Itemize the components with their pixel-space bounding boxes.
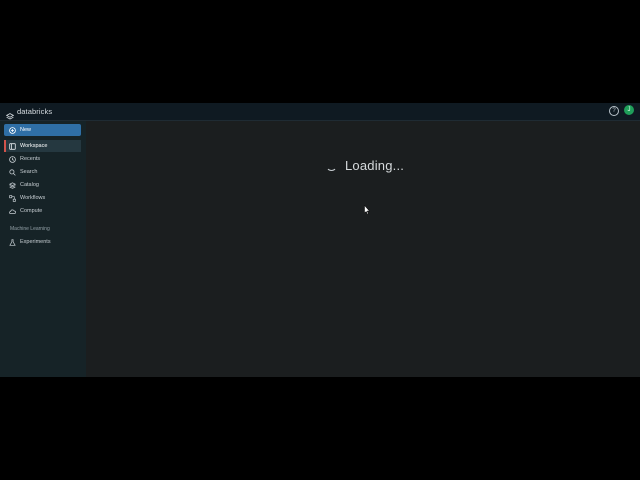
cloud-icon (9, 208, 16, 215)
spinner-icon (326, 160, 337, 171)
top-bar: databricks ? J (0, 103, 640, 121)
catalog-icon (9, 181, 16, 189)
sidebar-item-recents[interactable]: Recents (4, 153, 81, 165)
sidebar: New Workspace Recents Search Catalog Wor… (0, 121, 86, 377)
sidebar-item-catalog[interactable]: Catalog (4, 179, 81, 191)
sidebar-item-search[interactable]: Search (4, 166, 81, 178)
loading-text: Loading... (345, 158, 405, 173)
sidebar-item-compute[interactable]: Compute (4, 205, 81, 217)
flask-icon (9, 238, 16, 246)
new-button-label: New (20, 127, 32, 133)
sidebar-item-label: Compute (20, 208, 43, 214)
new-button[interactable]: New (4, 124, 81, 136)
sidebar-item-experiments[interactable]: Experiments (4, 236, 81, 248)
search-icon (9, 168, 16, 176)
main-content: Loading... (86, 121, 640, 377)
sidebar-item-label: Workflows (20, 195, 46, 201)
sidebar-item-workspace[interactable]: Workspace (4, 140, 81, 152)
section-label-machine-learning: Machine Learning (10, 226, 50, 232)
workflows-icon (9, 194, 16, 202)
sidebar-item-label: Catalog (20, 182, 39, 188)
sidebar-item-label: Experiments (20, 239, 51, 245)
workspace-icon (9, 142, 16, 150)
sidebar-item-workflows[interactable]: Workflows (4, 192, 81, 204)
loading-indicator: Loading... (326, 158, 404, 173)
sidebar-item-label: Workspace (20, 143, 48, 149)
brand-name: databricks (17, 107, 53, 116)
databricks-window: databricks ? J New Workspace Recents Sea… (0, 103, 640, 377)
databricks-logo-icon (5, 108, 15, 119)
avatar[interactable]: J (624, 105, 634, 115)
help-circle-icon[interactable]: ? (609, 106, 619, 116)
mouse-pointer-icon (364, 205, 370, 215)
databricks-logo[interactable]: databricks (5, 106, 53, 119)
sidebar-item-label: Recents (20, 156, 41, 162)
plus-circle-icon (9, 126, 16, 134)
clock-icon (9, 155, 16, 163)
sidebar-item-label: Search (20, 169, 38, 175)
